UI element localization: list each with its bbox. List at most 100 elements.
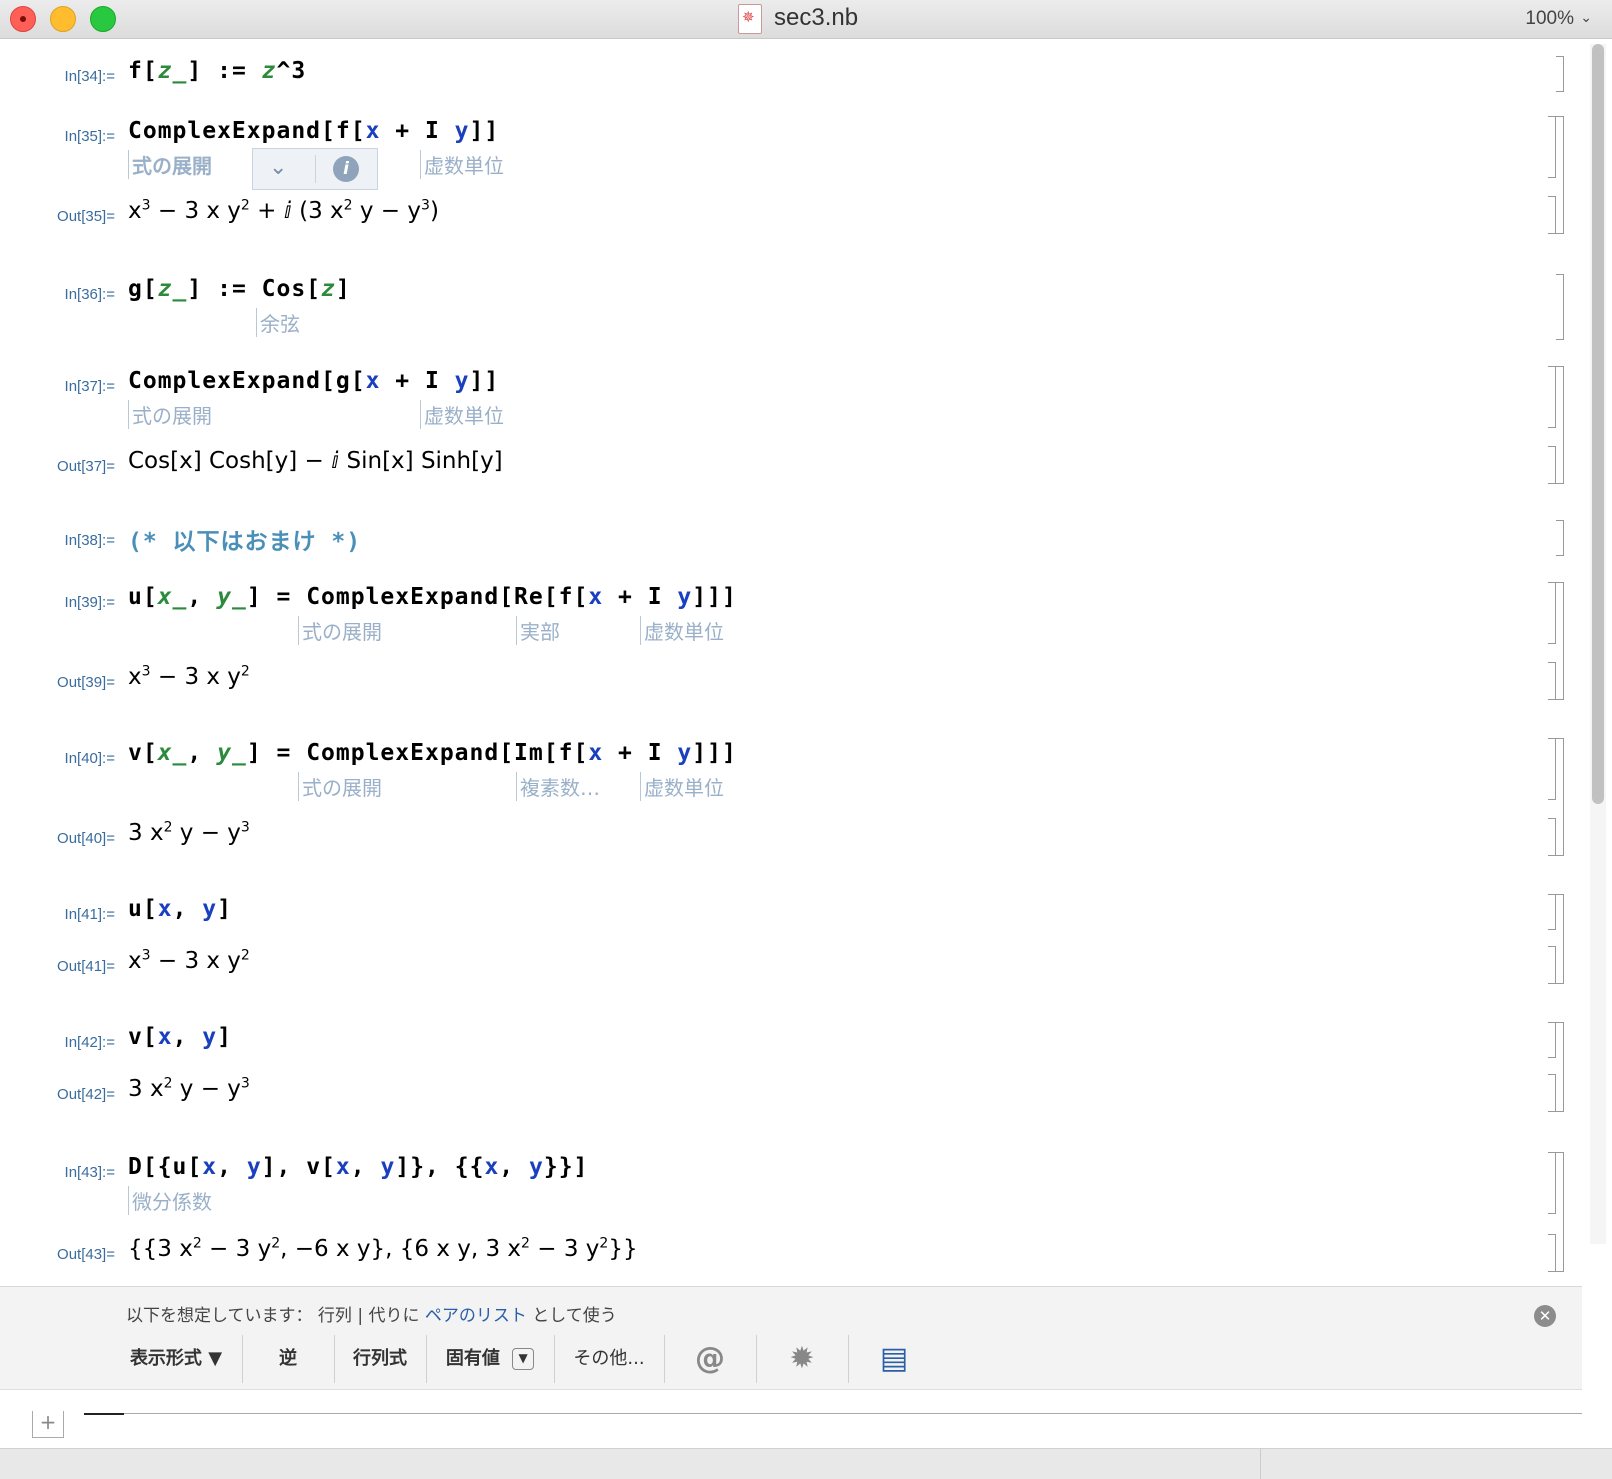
usage-hint: 余弦 [256,308,300,337]
cell-bracket[interactable] [1548,894,1556,930]
cell-output: x3 − 3 x y2 + ⅈ (3 x2 y − y3) [128,197,439,224]
group-bracket[interactable] [1556,1022,1564,1112]
cell-bracket[interactable] [1548,946,1556,984]
chat-bubble-icon: ▤ [879,1341,909,1376]
usage-hint: 虚数単位 [420,400,504,429]
cell-output: x3 − 3 x y2 [128,663,250,690]
cell-label: Out[40]= [57,830,115,847]
cell-bracket[interactable] [1548,446,1556,484]
close-window-button[interactable] [10,6,36,32]
usage-hint: 虚数単位 [420,150,504,179]
cell-input[interactable]: D[{u[x, y], v[x, y]}, {{x, y}}] [128,1154,588,1180]
more-button[interactable]: その他... [554,1335,665,1383]
cell-label: In[36]:= [64,286,115,303]
cell-label: In[37]:= [64,378,115,395]
cell-insertion-line [124,1413,1582,1414]
cell-output: 3 x2 y − y3 [128,1075,250,1102]
cell-comment[interactable]: (* 以下はおまけ *) [128,522,361,556]
settings-button[interactable]: ✹ [756,1335,849,1383]
assumption-text: 以下を想定しています： 行列 | 代りに ペアのリスト として使う [126,1306,617,1326]
cell-bracket[interactable] [1548,662,1556,700]
horizontal-scrollbar[interactable] [0,1448,1612,1479]
cell-bracket[interactable] [1556,56,1564,92]
cell-input[interactable]: u[x_, y_] = ComplexExpand[Re[f[x + I y]]… [128,584,737,610]
cell-input[interactable]: f[z_] := z^3 [128,58,306,84]
usage-hint: 式の展開 [298,772,382,801]
insertion-cursor [84,1413,124,1415]
cell-input[interactable]: v[x_, y_] = ComplexExpand[Im[f[x + I y]]… [128,740,737,766]
suggestions-bar: 以下を想定しています： 行列 | 代りに ペアのリスト として使う ✕ 表示形式… [0,1286,1582,1390]
cell-output: Cos[x] Cosh[y] − ⅈ Sin[x] Sinh[y] [128,448,503,474]
window-title: sec3.nb [774,4,859,31]
cell-label: Out[43]= [57,1246,115,1263]
group-bracket[interactable] [1556,366,1564,484]
cell-bracket[interactable] [1548,116,1556,178]
usage-hint: 実部 [516,616,560,645]
cell-output: x3 − 3 x y2 [128,947,250,974]
usage-hint: 式の展開 [128,400,212,429]
assumption-link[interactable]: ペアのリスト [425,1306,527,1326]
cell-label: In[39]:= [64,594,115,611]
dropdown-icon[interactable]: ▼ [512,1348,535,1370]
cell-label: Out[41]= [57,958,115,975]
usage-hint: 虚数単位 [640,616,724,645]
autocomplete-toolbar: ⌄ i [252,148,378,190]
usage-hint: 複素数… [516,772,600,801]
chevron-down-icon[interactable]: ⌄ [1580,10,1592,26]
cell-bracket[interactable] [1548,818,1556,856]
cell-label: Out[39]= [57,674,115,691]
group-bracket[interactable] [1556,894,1564,984]
cell-bracket[interactable] [1548,1022,1556,1058]
cell-bracket[interactable] [1548,1152,1556,1214]
display-form-button[interactable]: 表示形式 ▼ [110,1335,243,1383]
determinant-button[interactable]: 行列式 [334,1335,427,1383]
expand-chevron-icon[interactable]: ⌄ [269,155,287,180]
cell-bracket[interactable] [1548,366,1556,428]
cell-label: Out[42]= [57,1086,115,1103]
cell-label: In[34]:= [64,68,115,85]
cell-output: 3 x2 y − y3 [128,819,250,846]
cell-bracket[interactable] [1556,520,1564,556]
group-bracket[interactable] [1556,582,1564,700]
cell-bracket[interactable] [1548,738,1556,800]
group-bracket[interactable] [1556,116,1564,234]
new-cell-area[interactable]: + [0,1389,1582,1438]
eigenvalues-button[interactable]: 固有値 ▼ [426,1335,555,1383]
add-cell-icon[interactable]: + [32,1411,64,1438]
history-button[interactable]: @ [664,1335,757,1383]
cell-label: In[35]:= [64,128,115,145]
scroll-thumb[interactable] [1592,44,1604,804]
cell-bracket[interactable] [1548,196,1556,234]
minimize-window-button[interactable] [50,6,76,32]
cell-bracket[interactable] [1548,1074,1556,1112]
cell-bracket[interactable] [1556,274,1564,340]
cell-label: In[41]:= [64,906,115,923]
usage-hint: 虚数単位 [640,772,724,801]
cell-output: {{3 x2 − 3 y2, −6 x y}, {6 x y, 3 x2 − 3… [128,1235,638,1262]
cell-label: In[38]:= [64,532,115,549]
zoom-level[interactable]: 100% [1525,8,1574,30]
spiral-icon: @ [695,1341,725,1376]
cell-input[interactable]: ComplexExpand[g[x + I y]] [128,368,499,394]
title-bar: sec3.nb 100% ⌄ [0,0,1612,39]
group-bracket[interactable] [1556,738,1564,856]
cell-label: In[43]:= [64,1164,115,1181]
inverse-button[interactable]: 逆 [242,1335,335,1383]
cell-bracket[interactable] [1548,582,1556,644]
zoom-window-button[interactable] [90,6,116,32]
feedback-button[interactable]: ▤ [848,1335,940,1383]
cell-input[interactable]: g[z_] := Cos[z] [128,276,351,302]
cell-input[interactable]: u[x, y] [128,896,232,922]
usage-hint: 式の展開 [128,150,212,179]
gear-icon: ✹ [789,1341,815,1376]
cell-input[interactable]: ComplexExpand[f[x + I y]] [128,118,499,144]
cell-input[interactable]: v[x, y] [128,1024,232,1050]
cell-bracket[interactable] [1548,1234,1556,1272]
cell-label: In[40]:= [64,750,115,767]
cell-label: Out[35]= [57,208,115,225]
cell-label: In[42]:= [64,1034,115,1051]
group-bracket[interactable] [1556,1152,1564,1272]
close-suggestions-icon[interactable]: ✕ [1534,1305,1556,1327]
info-icon[interactable]: i [333,156,359,182]
usage-hint: 式の展開 [298,616,382,645]
